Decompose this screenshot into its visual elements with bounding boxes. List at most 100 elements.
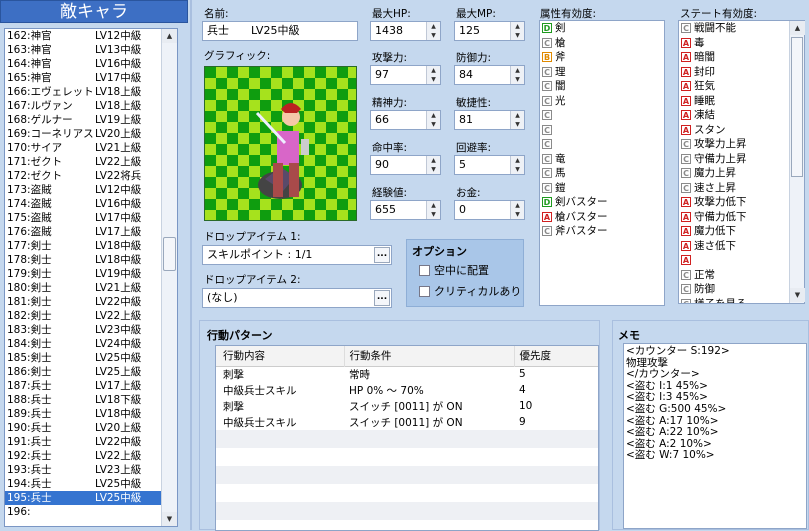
- state-row[interactable]: A 封印: [679, 65, 804, 80]
- enemy-list-item[interactable]: 179:剣士 LV19中級: [5, 267, 177, 281]
- enemy-list-item[interactable]: 166:エヴェレット LV18上級: [5, 85, 177, 99]
- name-field[interactable]: 兵士 LV25中級: [202, 21, 358, 41]
- air-option[interactable]: 空中に配置: [419, 262, 489, 278]
- element-rank-badge[interactable]: C: [542, 182, 552, 193]
- enemy-list-item[interactable]: 178:剣士 LV18中級: [5, 253, 177, 267]
- def-spinner[interactable]: ▲ ▼: [510, 66, 524, 84]
- maxhp-input[interactable]: 1438 ▲ ▼: [370, 21, 441, 41]
- enemy-list[interactable]: 162:神官 LV12中級 163:神官 LV13中級 164:神官 LV16中級 165:…: [4, 28, 178, 527]
- element-row[interactable]: D剣: [540, 21, 664, 36]
- element-rank-badge[interactable]: C: [542, 110, 552, 121]
- enemy-list-item[interactable]: 177:剣士 LV18中級: [5, 239, 177, 253]
- element-row[interactable]: C鎧: [540, 181, 664, 196]
- element-rank-badge[interactable]: B: [542, 52, 552, 63]
- states-scroll-thumb[interactable]: [791, 37, 803, 177]
- col-priority[interactable]: 優先度: [514, 346, 598, 366]
- exp-input[interactable]: 655 ▲ ▼: [370, 200, 441, 220]
- enemy-list-scrollbar[interactable]: ▲ ▼: [161, 29, 177, 526]
- agi-spinner[interactable]: ▲ ▼: [510, 111, 524, 129]
- element-row[interactable]: B斧: [540, 50, 664, 65]
- element-rank-badge[interactable]: C: [542, 95, 552, 106]
- states-scroll-down-icon[interactable]: ▼: [790, 288, 805, 302]
- drop2-field[interactable]: (なし)...: [202, 288, 392, 308]
- state-rank-badge[interactable]: A: [681, 211, 691, 222]
- enemy-list-item[interactable]: 169:コーネリアス LV20上級: [5, 127, 177, 141]
- enemy-list-item[interactable]: 186:剣士 LV25上級: [5, 365, 177, 379]
- state-row[interactable]: C 正常: [679, 268, 804, 283]
- enemy-list-item[interactable]: 195:兵士 LV25中級: [5, 491, 177, 505]
- maxhp-spinner[interactable]: ▲ ▼: [426, 22, 440, 40]
- state-rank-badge[interactable]: A: [681, 95, 691, 106]
- state-row[interactable]: A 速さ低下: [679, 239, 804, 254]
- enemy-list-item[interactable]: 180:剣士 LV21上級: [5, 281, 177, 295]
- state-row[interactable]: C 速さ上昇: [679, 181, 804, 196]
- action-row-empty[interactable]: [216, 430, 598, 448]
- state-row[interactable]: A: [679, 253, 804, 268]
- state-rank-badge[interactable]: C: [681, 168, 691, 179]
- action-table[interactable]: 行動内容 行動条件 優先度 刺撃 常時 5 中級兵士スキル HP 0% ～ 70% 4 刺撃…: [215, 345, 599, 531]
- state-rank-badge[interactable]: A: [681, 197, 691, 208]
- state-rank-badge[interactable]: C: [681, 23, 691, 34]
- enemy-list-item[interactable]: 165:神官 LV17中級: [5, 71, 177, 85]
- action-row[interactable]: 刺撃 スイッチ [0011] が ON 10: [216, 398, 598, 414]
- element-rank-badge[interactable]: C: [542, 37, 552, 48]
- enemy-list-item[interactable]: 191:兵士 LV22中級: [5, 435, 177, 449]
- state-row[interactable]: A 暗闇: [679, 50, 804, 65]
- element-row[interactable]: C馬: [540, 166, 664, 181]
- state-rank-badge[interactable]: A: [681, 255, 691, 266]
- state-row[interactable]: A 睡眠: [679, 94, 804, 109]
- enemy-list-item[interactable]: 196:: [5, 505, 177, 519]
- enemy-list-item[interactable]: 187:兵士 LV17上級: [5, 379, 177, 393]
- state-row[interactable]: A スタン: [679, 123, 804, 138]
- state-rank-badge[interactable]: C: [681, 182, 691, 193]
- drop1-browse-button[interactable]: ...: [374, 247, 390, 263]
- element-row[interactable]: C: [540, 137, 664, 152]
- element-row[interactable]: C槍: [540, 36, 664, 51]
- agi-input[interactable]: 81 ▲ ▼: [454, 110, 525, 130]
- state-row[interactable]: C 魔力上昇: [679, 166, 804, 181]
- scroll-thumb[interactable]: [163, 237, 176, 271]
- scroll-up-icon[interactable]: ▲: [162, 29, 177, 43]
- state-rank-badge[interactable]: A: [681, 37, 691, 48]
- graphic-preview[interactable]: [204, 66, 357, 221]
- enemy-list-item[interactable]: 174:盗賊 LV16中級: [5, 197, 177, 211]
- element-rank-badge[interactable]: C: [542, 153, 552, 164]
- spi-input[interactable]: 66 ▲ ▼: [370, 110, 441, 130]
- memo-textarea[interactable]: <カウンター S:192> 物理攻撃 </カウンター> <盗む I:1 45%> <盗む…: [623, 343, 807, 529]
- state-row[interactable]: A 攻撃力低下: [679, 195, 804, 210]
- hit-spinner[interactable]: ▲ ▼: [426, 156, 440, 174]
- action-row[interactable]: 中級兵士スキル HP 0% ～ 70% 4: [216, 382, 598, 398]
- state-row[interactable]: A 凍結: [679, 108, 804, 123]
- maxmp-spinner[interactable]: ▲ ▼: [510, 22, 524, 40]
- element-rank-badge[interactable]: C: [542, 81, 552, 92]
- air-checkbox[interactable]: [419, 264, 430, 276]
- enemy-list-item[interactable]: 176:盗賊 LV17上級: [5, 225, 177, 239]
- element-row[interactable]: C 斧バスター: [540, 224, 664, 239]
- hit-input[interactable]: 90 ▲ ▼: [370, 155, 441, 175]
- enemy-list-item[interactable]: 194:兵士 LV25中級: [5, 477, 177, 491]
- element-row[interactable]: C理: [540, 65, 664, 80]
- gold-spinner[interactable]: ▲ ▼: [510, 201, 524, 219]
- state-rank-badge[interactable]: A: [681, 110, 691, 121]
- state-rank-badge[interactable]: A: [681, 124, 691, 135]
- state-row[interactable]: A毒: [679, 36, 804, 51]
- action-row[interactable]: 刺撃 常時 5: [216, 366, 598, 382]
- state-row[interactable]: A 守備力低下: [679, 210, 804, 225]
- element-rank-badge[interactable]: D: [542, 23, 552, 34]
- element-row[interactable]: C: [540, 108, 664, 123]
- action-row-empty[interactable]: [216, 466, 598, 484]
- enemy-list-item[interactable]: 185:剣士 LV25中級: [5, 351, 177, 365]
- state-rates-list[interactable]: C 戦闘不能 A 毒 A 暗闇 A 封印 A 狂気 A 睡眠 A 凍結 A スタン C 攻撃力上昇 C 守備力上昇 C 魔…: [678, 20, 805, 304]
- enemy-list-item[interactable]: 162:神官 LV12中級: [5, 29, 177, 43]
- element-rank-badge[interactable]: D: [542, 197, 552, 208]
- spi-spinner[interactable]: ▲ ▼: [426, 111, 440, 129]
- enemy-list-item[interactable]: 190:兵士 LV20上級: [5, 421, 177, 435]
- action-row-empty[interactable]: [216, 448, 598, 466]
- enemy-list-item[interactable]: 182:剣士 LV22上級: [5, 309, 177, 323]
- enemy-list-item[interactable]: 181:剣士 LV22中級: [5, 295, 177, 309]
- element-rank-badge[interactable]: A: [542, 211, 552, 222]
- gold-input[interactable]: 0 ▲ ▼: [454, 200, 525, 220]
- enemy-list-item[interactable]: 192:兵士 LV22上級: [5, 449, 177, 463]
- enemy-list-item[interactable]: 173:盗賊 LV12中級: [5, 183, 177, 197]
- states-scroll-up-icon[interactable]: ▲: [790, 21, 805, 35]
